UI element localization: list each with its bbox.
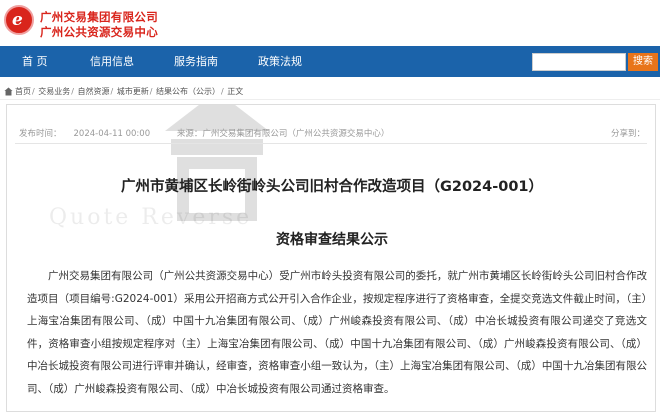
article-title: 广州市黄埔区长岭街岭头公司旧村合作改造项目（G2024-001）: [120, 179, 544, 195]
article-panel: 发布时间： 2024-04-11 00:00 来源：广州交易集团有限公司（广州公共…: [6, 104, 656, 412]
nav-item-service-guide[interactable]: 服务指南: [174, 46, 218, 77]
logo-letter: e: [12, 10, 23, 30]
nav-item-home[interactable]: 首 页: [22, 46, 48, 77]
breadcrumb-trading[interactable]: 交易业务: [38, 87, 70, 96]
watermark-logo: [165, 105, 269, 221]
site-logo[interactable]: e: [4, 5, 34, 35]
watermark-text: Quote Reverse: [49, 205, 253, 230]
publish-date: 2024-04-11 00:00: [73, 129, 151, 139]
nav-item-credit-info[interactable]: 信用信息: [90, 46, 134, 77]
share-label[interactable]: 分享到：: [611, 127, 645, 139]
article-subtitle: 资格审查结果公示: [276, 232, 388, 248]
breadcrumb-natural-resources[interactable]: 自然资源: [78, 87, 110, 96]
article-source: 来源：广州交易集团有限公司（广州公共资源交易中心）: [176, 129, 390, 139]
breadcrumb-home[interactable]: 首页: [15, 87, 31, 96]
site-header: e 广州交易集团有限公司 广州公共资源交易中心: [0, 0, 660, 46]
breadcrumb: 首页/ 交易业务/ 自然资源/ 城市更新/ 结果公布（公示）/ 正文: [0, 84, 660, 100]
breadcrumb-results[interactable]: 结果公布（公示）: [156, 87, 220, 96]
meta-divider: [15, 143, 647, 144]
search-input[interactable]: [532, 53, 626, 71]
nav-item-policies[interactable]: 政策法规: [258, 46, 302, 77]
breadcrumb-urban-renewal[interactable]: 城市更新: [117, 87, 149, 96]
article-meta: 发布时间： 2024-04-11 00:00 来源：广州交易集团有限公司（广州公共…: [19, 127, 401, 139]
home-icon: [4, 87, 13, 96]
article-body: 广州交易集团有限公司（广州公共资源交易中心）受广州市岭头投资有限公司的委托，就广…: [27, 270, 647, 395]
org-name-primary: 广州交易集团有限公司: [40, 10, 158, 24]
date-label: 发布时间：: [19, 129, 62, 139]
org-name-secondary: 广州公共资源交易中心: [40, 25, 158, 39]
search-button[interactable]: 搜索: [628, 53, 658, 71]
breadcrumb-current: 正文: [227, 87, 244, 96]
